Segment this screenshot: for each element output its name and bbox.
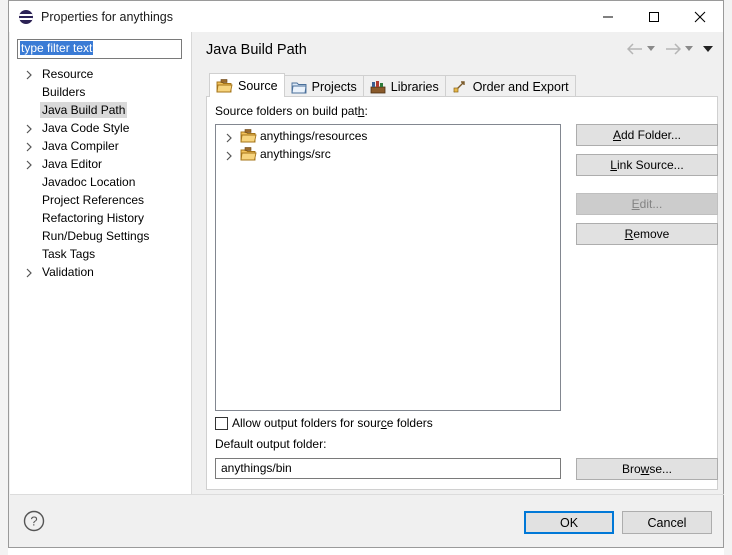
tab-projects[interactable]: Projects — [283, 75, 364, 97]
default-output-folder-label: Default output folder: — [215, 437, 327, 451]
back-dropdown-icon[interactable] — [647, 46, 655, 52]
tree-item-label: Javadoc Location — [42, 175, 136, 189]
source-folder-icon — [240, 147, 257, 164]
build-path-tabs: Source Projects Libraries Order and Export — [209, 73, 576, 97]
tree-item-label: Java Editor — [42, 157, 103, 171]
source-folder-label: anythings/resources — [260, 129, 368, 143]
default-output-folder-input[interactable]: anythings/bin — [215, 458, 561, 479]
tree-item-javadoc-location[interactable]: Javadoc Location — [10, 173, 191, 191]
tab-label: Order and Export — [472, 79, 569, 94]
chevron-right-icon[interactable] — [24, 123, 34, 134]
close-icon — [694, 11, 706, 22]
forward-dropdown-icon[interactable] — [685, 46, 693, 52]
chevron-right-icon[interactable] — [24, 69, 34, 80]
page-title: Java Build Path — [206, 42, 307, 58]
tree-item-label: Run/Debug Settings — [42, 229, 150, 243]
tab-label: Projects — [311, 79, 357, 94]
close-button[interactable] — [677, 1, 723, 32]
chevron-right-icon[interactable] — [224, 150, 234, 164]
browse-button[interactable]: Bro w se... — [576, 458, 718, 480]
back-arrow-icon[interactable] — [627, 43, 643, 55]
background-window-right — [724, 0, 732, 555]
edit-button[interactable]: Edit... — [576, 193, 718, 215]
tree-item-java-build-path[interactable]: Java Build Path — [10, 101, 191, 119]
tree-item-refactoring-history[interactable]: Refactoring History — [10, 209, 191, 227]
title-bar: Properties for anythings — [9, 1, 723, 32]
minimize-button[interactable] — [585, 1, 631, 32]
tab-source[interactable]: Source — [209, 73, 285, 97]
maximize-icon — [649, 11, 659, 22]
window-title: Properties for anythings — [41, 9, 174, 24]
chevron-right-icon[interactable] — [24, 159, 34, 170]
source-folder-item[interactable]: anythings/src — [216, 145, 560, 163]
tree-item-label: Validation — [42, 265, 94, 279]
source-tab-panel: Source folders on build path: anythings/… — [206, 96, 718, 490]
projects-icon — [291, 80, 307, 94]
page-navigation — [627, 43, 713, 55]
tree-item-run-debug-settings[interactable]: Run/Debug Settings — [10, 227, 191, 245]
forward-arrow-icon[interactable] — [665, 43, 681, 55]
tree-item-java-code-style[interactable]: Java Code Style — [10, 119, 191, 137]
tab-order-and-export[interactable]: Order and Export — [444, 75, 576, 97]
tree-item-label: Task Tags — [42, 247, 96, 261]
tree-item-validation[interactable]: Validation — [10, 263, 191, 281]
maximize-button[interactable] — [631, 1, 677, 32]
allow-output-folders-checkbox[interactable] — [215, 416, 228, 430]
source-folders-label: Source folders on build path: — [215, 104, 368, 118]
link-source-button[interactable]: Link Source... — [576, 154, 718, 176]
background-window-left — [0, 0, 8, 555]
tree-item-label: Java Code Style — [42, 121, 130, 135]
tree-item-label: Refactoring History — [42, 211, 145, 225]
chevron-right-icon[interactable] — [224, 132, 234, 146]
eclipse-icon — [19, 9, 33, 24]
property-pages-panel: type filter text Resource Builders Java Bu… — [10, 32, 192, 494]
tree-item-java-editor[interactable]: Java Editor — [10, 155, 191, 173]
tree-item-label: Project References — [42, 193, 145, 207]
filter-input[interactable]: type filter text — [17, 39, 182, 59]
properties-dialog: Properties for anythings type filter tex… — [8, 0, 724, 548]
chevron-right-icon[interactable] — [24, 267, 34, 278]
cancel-button[interactable]: Cancel — [622, 511, 712, 534]
ok-button[interactable]: OK — [524, 511, 614, 534]
view-menu-icon[interactable] — [703, 45, 713, 53]
tree-item-builders[interactable]: Builders — [10, 83, 191, 101]
tree-item-label: Java Build Path — [40, 102, 128, 118]
libraries-icon — [370, 80, 386, 94]
tree-item-resource[interactable]: Resource — [10, 65, 191, 83]
tree-item-task-tags[interactable]: Task Tags — [10, 245, 191, 263]
tab-label: Source — [238, 78, 278, 93]
minimize-icon — [603, 16, 613, 17]
source-folder-icon — [216, 78, 233, 93]
chevron-right-icon[interactable] — [24, 141, 34, 152]
tab-libraries[interactable]: Libraries — [362, 75, 446, 97]
order-export-icon — [452, 80, 468, 94]
tree-item-java-compiler[interactable]: Java Compiler — [10, 137, 191, 155]
help-button[interactable]: ? — [23, 510, 45, 535]
source-folders-list[interactable]: anythings/resources anythings/src — [215, 124, 561, 411]
footer-separator — [10, 494, 724, 495]
source-folder-label: anythings/src — [260, 147, 331, 161]
source-folder-icon — [240, 129, 257, 146]
tree-item-label: Java Compiler — [42, 139, 119, 153]
add-folder-button[interactable]: Add Folder... — [576, 124, 718, 146]
filter-text: type filter text — [20, 41, 94, 55]
svg-text:?: ? — [30, 514, 37, 529]
tab-label: Libraries — [390, 79, 439, 94]
remove-button[interactable]: Remove — [576, 223, 718, 245]
allow-output-folders-option[interactable]: Allow output folders for source folders — [215, 416, 433, 430]
tree-item-label: Builders — [42, 85, 86, 99]
tree-item-label: Resource — [42, 67, 94, 81]
tree-item-project-references[interactable]: Project References — [10, 191, 191, 209]
allow-output-folders-label: Allow output folders for source folders — [232, 416, 433, 430]
source-folder-item[interactable]: anythings/resources — [216, 127, 560, 145]
help-icon: ? — [23, 510, 45, 532]
